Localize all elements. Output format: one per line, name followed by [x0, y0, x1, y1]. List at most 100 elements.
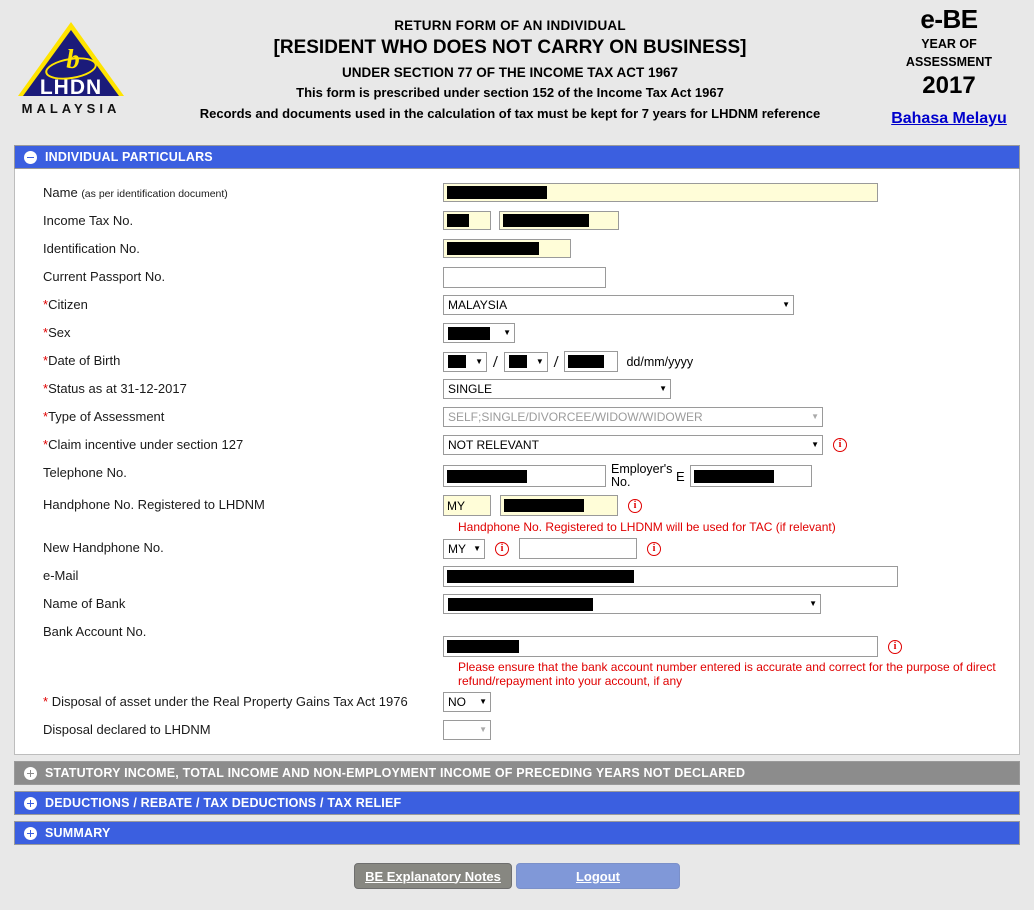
name-input[interactable]: [443, 183, 878, 202]
income-tax-number-input[interactable]: [499, 211, 619, 230]
expand-plus-icon: [24, 826, 37, 840]
row-type-of-assessment: *Type of Assessment SELF;SINGLE/DIVORCEE…: [15, 407, 1019, 429]
row-citizen: *Citizen MALAYSIA ▼: [15, 295, 1019, 317]
label-type-of-assessment: *Type of Assessment: [43, 407, 443, 425]
employers-no-input[interactable]: [689, 465, 812, 487]
label-type-of-assessment-text: Type of Assessment: [48, 409, 165, 424]
section-title-deductions: DEDUCTIONS / REBATE / TAX DEDUCTIONS / T…: [45, 796, 402, 810]
redacted-value: [568, 355, 605, 368]
footer-actions: BE Explanatory Notes Logout: [0, 863, 1034, 889]
be-explanatory-notes-button[interactable]: BE Explanatory Notes: [354, 863, 512, 889]
citizen-selected-value: MALAYSIA: [448, 298, 508, 312]
chevron-down-icon: ▼: [659, 384, 667, 393]
new-handphone-country-select[interactable]: MY ▼: [443, 538, 485, 559]
section-header-deductions[interactable]: DEDUCTIONS / REBATE / TAX DEDUCTIONS / T…: [14, 791, 1020, 815]
info-icon[interactable]: i: [888, 639, 902, 654]
claim-incentive-selected-value: NOT RELEVANT: [448, 438, 539, 452]
expand-plus-icon: [24, 796, 37, 810]
status-select[interactable]: SINGLE ▼: [443, 379, 671, 399]
row-income-tax-no: Income Tax No.: [15, 211, 1019, 233]
dob-year-input[interactable]: [564, 351, 619, 372]
income-tax-prefix-input[interactable]: [443, 211, 491, 230]
new-handphone-country-value: MY: [448, 541, 466, 556]
info-icon[interactable]: i: [647, 541, 661, 556]
new-handphone-input[interactable]: [519, 538, 637, 559]
logo-swirl-icon: b: [66, 44, 80, 74]
handphone-lhdnm-input[interactable]: [500, 495, 618, 516]
redacted-value: [448, 597, 593, 611]
year-of-assessment-label-2: ASSESSMENT: [905, 55, 993, 69]
row-telephone-no: Telephone No. Employer's No. E: [15, 463, 1019, 489]
identification-no-input[interactable]: [443, 239, 571, 258]
info-icon[interactable]: i: [495, 541, 509, 556]
section-title-summary: SUMMARY: [45, 826, 111, 840]
chevron-down-icon: ▼: [809, 599, 817, 608]
collapse-minus-icon: [24, 150, 37, 164]
section-title-statutory-income: STATUTORY INCOME, TOTAL INCOME AND NON-E…: [45, 766, 746, 780]
page-header: b LHDN MALAYSIA RETURN FORM OF AN INDIVI…: [0, 0, 1034, 145]
lhdn-logo: b LHDN MALAYSIA: [18, 22, 128, 122]
logo-lhdn-text: LHDN: [39, 76, 103, 99]
redacted-value: [693, 469, 774, 483]
redacted-value: [448, 355, 466, 368]
language-switch-link[interactable]: Bahasa Melayu: [874, 108, 1024, 129]
label-citizen-text: Citizen: [48, 297, 88, 312]
section-header-statutory-income[interactable]: STATUTORY INCOME, TOTAL INCOME AND NON-E…: [14, 761, 1020, 785]
sex-select[interactable]: ▼: [443, 323, 515, 343]
section-header-individual-particulars[interactable]: INDIVIDUAL PARTICULARS: [14, 145, 1020, 169]
redacted-value: [504, 499, 584, 512]
redacted-value: [447, 242, 539, 255]
redacted-value: [447, 570, 634, 583]
status-selected-value: SINGLE: [448, 382, 493, 396]
row-disposal-of-asset: * Disposal of asset under the Real Prope…: [15, 692, 1019, 714]
current-passport-no-input[interactable]: [443, 267, 606, 288]
chevron-down-icon: ▼: [811, 412, 819, 421]
label-bank-account-no: Bank Account No.: [43, 624, 147, 639]
row-name: Name (as per identification document): [15, 183, 1019, 205]
dob-day-select[interactable]: ▼: [443, 351, 487, 372]
row-disposal-declared: Disposal declared to LHDNM ▼: [15, 720, 1019, 742]
assessment-year: 2017: [922, 72, 976, 99]
redacted-value: [503, 214, 589, 227]
redacted-value: [447, 214, 469, 227]
dob-month-select[interactable]: ▼: [503, 351, 548, 372]
row-new-handphone: New Handphone No. MY ▼ i i: [15, 538, 1019, 560]
bank-account-no-input[interactable]: [443, 636, 878, 657]
email-input[interactable]: [443, 566, 898, 587]
redacted-value: [447, 640, 519, 653]
info-icon[interactable]: i: [628, 498, 642, 513]
row-bank-account-no: Bank Account No. i: [15, 622, 1019, 657]
label-status: *Status as at 31-12-2017: [43, 379, 443, 397]
name-of-bank-select[interactable]: ▼: [443, 594, 821, 614]
row-handphone-lhdnm: Handphone No. Registered to LHDNM MY i: [15, 495, 1019, 517]
row-sex: *Sex ▼: [15, 323, 1019, 345]
chevron-down-icon: ▼: [503, 328, 511, 337]
bank-account-note: Please ensure that the bank account numb…: [458, 660, 996, 688]
telephone-no-input[interactable]: [443, 465, 606, 487]
label-name-text: Name: [43, 185, 78, 200]
claim-incentive-select[interactable]: NOT RELEVANT ▼: [443, 435, 823, 455]
disposal-declared-select: ▼: [443, 720, 491, 740]
label-name: Name (as per identification document): [43, 183, 443, 202]
label-sex: *Sex: [43, 323, 443, 341]
section-header-summary[interactable]: SUMMARY: [14, 821, 1020, 845]
logout-button[interactable]: Logout: [516, 863, 680, 889]
label-status-text: Status as at 31-12-2017: [48, 381, 187, 396]
label-name-of-bank: Name of Bank: [43, 596, 126, 611]
citizen-select[interactable]: MALAYSIA ▼: [443, 295, 794, 315]
label-current-passport-no: Current Passport No.: [43, 269, 166, 284]
row-status: *Status as at 31-12-2017 SINGLE ▼: [15, 379, 1019, 401]
chevron-down-icon: ▼: [473, 543, 481, 553]
form-title-block: RETURN FORM OF AN INDIVIDUAL [RESIDENT W…: [150, 18, 870, 121]
employers-no-prefix: E: [676, 468, 685, 484]
redacted-value: [508, 355, 527, 368]
form-title-line4: This form is prescribed under section 15…: [296, 85, 724, 100]
disposal-of-asset-select[interactable]: NO ▼: [443, 692, 491, 712]
date-separator-1: /: [493, 351, 498, 371]
chevron-down-icon: ▼: [479, 697, 487, 706]
info-icon[interactable]: i: [833, 438, 847, 452]
label-claim-incentive: *Claim incentive under section 127: [43, 435, 443, 453]
row-current-passport-no: Current Passport No.: [15, 267, 1019, 289]
handphone-country-code-value: MY: [447, 498, 465, 513]
individual-particulars-panel: Name (as per identification document) In…: [14, 169, 1020, 755]
